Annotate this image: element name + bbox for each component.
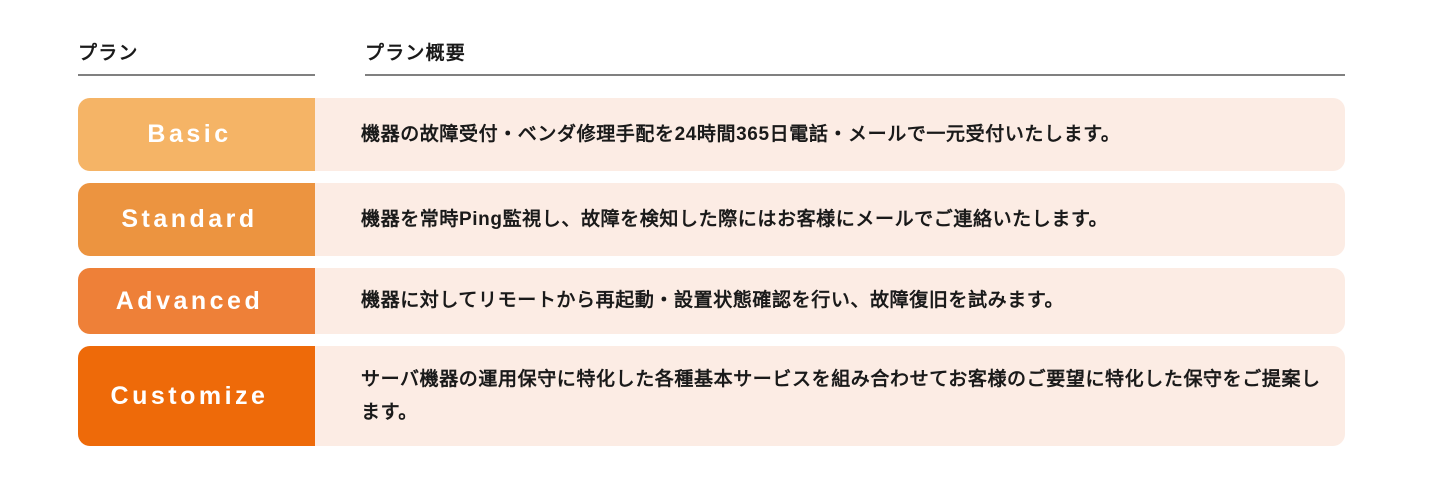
plan-description-cell: 機器を常時Ping監視し、故障を検知した際にはお客様にメールでご連絡いたします。: [315, 183, 1345, 256]
column-header-plan: プラン: [78, 26, 315, 76]
plan-badge-customize: Customize: [78, 346, 315, 446]
table-row: Standard 機器を常時Ping監視し、故障を検知した際にはお客様にメールで…: [78, 183, 1345, 256]
plan-description-cell: 機器の故障受付・ベンダ修理手配を24時間365日電話・メールで一元受付いたします…: [315, 98, 1345, 171]
plan-badge-label: Standard: [121, 205, 258, 233]
table-row: Advanced 機器に対してリモートから再起動・設置状態確認を行い、故障復旧を…: [78, 268, 1345, 334]
plan-badge-advanced: Advanced: [78, 268, 315, 334]
plan-badge-basic: Basic: [78, 98, 315, 171]
plan-badge-label: Basic: [147, 120, 232, 148]
plan-badge-standard: Standard: [78, 183, 315, 256]
table-body: Basic 機器の故障受付・ベンダ修理手配を24時間365日電話・メールで一元受…: [0, 98, 1440, 458]
plan-comparison-table: プラン プラン概要 Basic 機器の故障受付・ベンダ修理手配を24時間365日…: [0, 0, 1440, 500]
table-row: Basic 機器の故障受付・ベンダ修理手配を24時間365日電話・メールで一元受…: [78, 98, 1345, 171]
table-header-row: プラン プラン概要: [0, 0, 1440, 78]
plan-description-text: 機器の故障受付・ベンダ修理手配を24時間365日電話・メールで一元受付いたします…: [361, 123, 1121, 145]
plan-description-text: 機器を常時Ping監視し、故障を検知した際にはお客様にメールでご連絡いたします。: [361, 208, 1109, 230]
plan-badge-label: Customize: [110, 381, 269, 410]
plan-description-cell: 機器に対してリモートから再起動・設置状態確認を行い、故障復旧を試みます。: [315, 268, 1345, 334]
plan-badge-label: Advanced: [115, 286, 264, 315]
table-row: Customize サーバ機器の運用保守に特化した各種基本サービスを組み合わせて…: [78, 346, 1345, 446]
column-header-summary: プラン概要: [365, 26, 1345, 76]
plan-description-cell: サーバ機器の運用保守に特化した各種基本サービスを組み合わせてお客様のご要望に特化…: [315, 346, 1345, 446]
plan-description-text: サーバ機器の運用保守に特化した各種基本サービスを組み合わせてお客様のご要望に特化…: [361, 368, 1321, 423]
column-header-summary-label: プラン概要: [365, 43, 467, 65]
column-header-plan-label: プラン: [78, 43, 139, 65]
plan-description-text: 機器に対してリモートから再起動・設置状態確認を行い、故障復旧を試みます。: [361, 290, 1065, 312]
